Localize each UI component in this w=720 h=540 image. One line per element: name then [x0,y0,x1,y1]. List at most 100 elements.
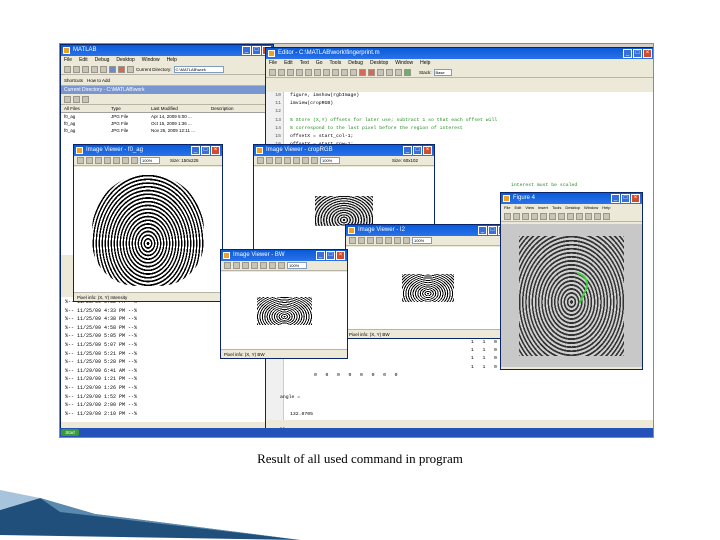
history-line[interactable]: %-- 11/29/09 2:00 PM --% [65,401,273,410]
print-icon[interactable] [531,213,538,220]
minimize-icon[interactable]: _ [191,146,200,155]
pixel-region-icon[interactable] [349,237,356,244]
save-icon[interactable] [522,213,529,220]
maximize-icon[interactable]: □ [413,146,422,155]
save-icon[interactable] [266,157,273,164]
copy-icon[interactable] [91,65,98,73]
col-all-files[interactable]: All Files [61,105,111,112]
zoom-in-icon[interactable] [302,157,309,164]
menu-go[interactable]: Go [316,59,323,67]
file-row[interactable]: f0_ag JPG File Oct 15, 2009 1:36 ... [61,120,273,127]
info-icon[interactable] [275,157,282,164]
zoom-field[interactable]: 100% [287,262,307,269]
close-icon[interactable]: × [211,146,220,155]
menu-window[interactable]: Window [584,204,598,212]
history-line[interactable]: %-- 11/25/09 5:28 PM --% [65,358,273,367]
stack-select[interactable]: Base [433,68,452,76]
new-file-icon[interactable] [269,68,276,76]
menu-window[interactable]: Window [142,56,160,64]
save-icon[interactable] [287,68,294,76]
zoom-in-icon[interactable] [269,262,276,269]
zoom-out-icon[interactable] [403,237,410,244]
cut-icon[interactable] [82,65,89,73]
pointer-icon[interactable] [376,237,383,244]
pan-icon[interactable] [385,237,392,244]
copy-icon[interactable] [305,68,312,76]
code-line[interactable]: 14 % correspond to the last pixel before … [266,125,653,133]
maximize-icon[interactable]: □ [326,251,335,260]
file-row[interactable]: f0_ag JPG File Apr 14, 2009 5:00 ... [61,113,273,120]
maximize-icon[interactable]: □ [488,226,497,235]
step-icon[interactable] [377,68,384,76]
pointer-icon[interactable] [251,262,258,269]
help-icon[interactable] [127,65,134,73]
shortcuts-link[interactable]: Shortcuts [64,78,83,83]
minimize-icon[interactable]: _ [242,46,251,55]
close-icon[interactable]: × [336,251,345,260]
zoom-field[interactable]: 100% [412,237,432,244]
col-last-modified[interactable]: Last Modified [151,105,211,112]
guide-icon[interactable] [118,65,125,73]
history-line[interactable]: %-- 11/29/09 2:10 PM --% [65,410,273,419]
col-type[interactable]: Type [111,105,151,112]
maximize-icon[interactable]: □ [621,194,630,203]
col-description[interactable]: Description [211,105,251,112]
how-to-add-link[interactable]: How to Add [87,78,110,83]
open-folder-icon[interactable] [278,68,285,76]
current-directory-field[interactable]: C:\MATLAB\work [173,65,224,73]
data-cursor-icon[interactable] [585,213,592,220]
menu-desktop[interactable]: Desktop [116,56,134,64]
rotate-icon[interactable] [576,213,583,220]
close-icon[interactable]: × [643,49,652,58]
menu-debug[interactable]: Debug [348,59,363,67]
menu-help[interactable]: Help [602,204,610,212]
save-icon[interactable] [358,237,365,244]
zoom-in-icon[interactable] [549,213,556,220]
colorbar-icon[interactable] [594,213,601,220]
menu-edit[interactable]: Edit [284,59,293,67]
menu-edit[interactable]: Edit [514,204,521,212]
pan-icon[interactable] [293,157,300,164]
zoom-out-icon[interactable] [278,262,285,269]
clear-breakpoints-icon[interactable] [368,68,375,76]
start-button[interactable]: Start [61,429,79,436]
zoom-out-icon[interactable] [558,213,565,220]
zoom-out-icon[interactable] [131,157,138,164]
code-line[interactable]: 13 % Store (X,Y) offsets for later use; s… [266,117,653,125]
print-icon[interactable] [341,68,348,76]
paste-icon[interactable] [100,65,107,73]
redo-icon[interactable] [332,68,339,76]
pan-icon[interactable] [113,157,120,164]
minimize-icon[interactable]: _ [478,226,487,235]
close-icon[interactable]: × [423,146,432,155]
history-line[interactable]: %-- 11/29/09 1:52 PM --% [65,393,273,402]
image-canvas[interactable] [346,247,509,329]
open-folder-icon[interactable] [513,213,520,220]
image-canvas[interactable] [74,167,222,292]
zoom-in-icon[interactable] [394,237,401,244]
menu-tools[interactable]: Tools [552,204,561,212]
run-icon[interactable] [404,68,411,76]
minimize-icon[interactable]: _ [316,251,325,260]
maximize-icon[interactable]: □ [252,46,261,55]
menu-tools[interactable]: Tools [330,59,342,67]
info-icon[interactable] [95,157,102,164]
paste-icon[interactable] [314,68,321,76]
pixel-region-icon[interactable] [224,262,231,269]
undo-icon[interactable] [323,68,330,76]
pixel-region-icon[interactable] [257,157,264,164]
step-out-icon[interactable] [395,68,402,76]
code-line[interactable]: 10 figure, imshow(rgbImage) [266,92,653,100]
menu-help[interactable]: Help [167,56,177,64]
cut-icon[interactable] [296,68,303,76]
menu-file[interactable]: File [64,56,72,64]
code-line[interactable]: 15 offsetX = start_col-1; [266,133,653,141]
new-figure-icon[interactable] [504,213,511,220]
minimize-icon[interactable]: _ [611,194,620,203]
file-row[interactable]: f0_ag JPG File Nov 25, 2009 12:11 ... [61,127,273,134]
pan-icon[interactable] [567,213,574,220]
simulink-icon[interactable] [109,65,116,73]
minimize-icon[interactable]: _ [623,49,632,58]
maximize-icon[interactable]: □ [633,49,642,58]
menu-insert[interactable]: Insert [538,204,548,212]
